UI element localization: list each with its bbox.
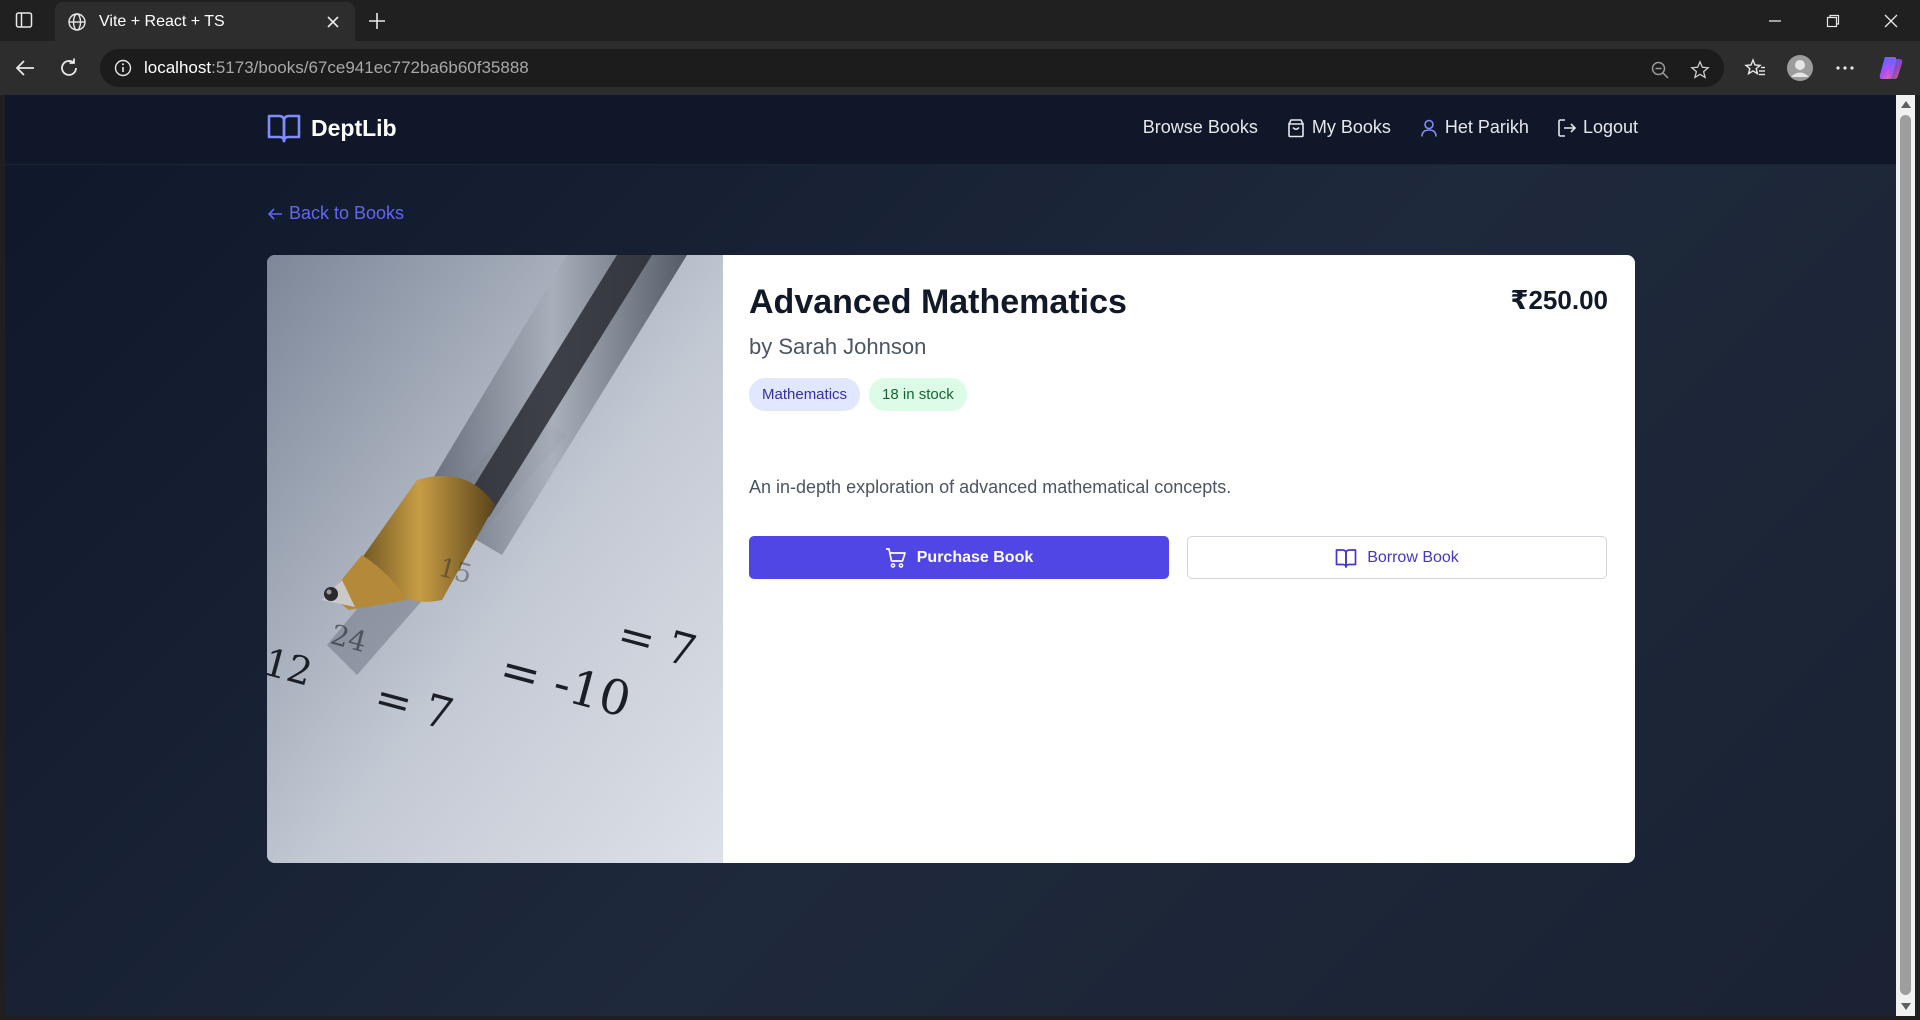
back-to-books-link[interactable]: Back to Books xyxy=(267,203,404,224)
category-badge: Mathematics xyxy=(749,378,861,411)
window-close-icon[interactable] xyxy=(1868,8,1914,34)
open-book-icon xyxy=(267,112,301,144)
stock-badge: 18 in stock xyxy=(869,378,967,411)
favorites-icon[interactable] xyxy=(1740,53,1770,83)
borrow-book-label: Borrow Book xyxy=(1367,548,1459,566)
back-to-books-label: Back to Books xyxy=(289,203,405,223)
globe-icon xyxy=(67,12,87,32)
browser-tab-bar: Vite + React + TS xyxy=(0,0,1920,41)
browser-toolbar: localhost:5173/books/67ce941ec772ba6b60f… xyxy=(0,41,1920,95)
url-path: :5173/books/67ce941ec772ba6b60f35888 xyxy=(211,58,529,77)
user-icon xyxy=(1419,118,1439,138)
app-header: DeptLib Browse Books My Books Het Parikh xyxy=(5,95,1896,165)
book-badges: Mathematics 18 in stock xyxy=(749,378,1609,411)
copilot-icon[interactable] xyxy=(1876,53,1906,83)
shopping-bag-icon xyxy=(1286,118,1306,138)
arrow-left-icon xyxy=(267,206,283,222)
url-host: localhost xyxy=(144,58,212,77)
back-arrow-icon[interactable] xyxy=(10,53,40,83)
zoom-out-icon[interactable] xyxy=(1650,60,1670,80)
shopping-cart-icon xyxy=(885,547,907,569)
tab-title: Vite + React + TS xyxy=(99,12,225,30)
address-bar[interactable]: localhost:5173/books/67ce941ec772ba6b60f… xyxy=(100,49,1724,87)
book-description: An in-depth exploration of advanced math… xyxy=(749,477,1232,497)
close-icon[interactable] xyxy=(323,12,343,32)
page-viewport: DeptLib Browse Books My Books Het Parikh xyxy=(5,95,1896,1016)
scrollbar-thumb[interactable] xyxy=(1900,115,1911,995)
book-author: by Sarah Johnson xyxy=(749,334,927,359)
book-price: ₹250.00 xyxy=(1510,285,1608,315)
nav-user-name: Het Parikh xyxy=(1444,117,1529,137)
scroll-up-arrow-icon[interactable] xyxy=(1901,101,1911,108)
brand[interactable]: DeptLib xyxy=(267,112,397,144)
nav-my-books-label: My Books xyxy=(1311,117,1391,137)
book-detail-card: = 7 = -10 = 7 12 24 15 Advanced Mathemat… xyxy=(267,255,1635,863)
site-info-icon[interactable] xyxy=(114,59,132,77)
nav-my-books[interactable]: My Books xyxy=(1286,117,1391,138)
purchase-book-button[interactable]: Purchase Book xyxy=(749,536,1169,579)
scroll-down-arrow-icon[interactable] xyxy=(1901,1003,1911,1010)
borrow-book-button[interactable]: Borrow Book xyxy=(1187,536,1607,579)
main-nav: Browse Books My Books Het Parikh Logout xyxy=(1115,117,1638,138)
nav-logout[interactable]: Logout xyxy=(1557,117,1638,138)
brand-name: DeptLib xyxy=(311,114,397,141)
profile-avatar-icon[interactable] xyxy=(1785,53,1815,83)
book-title: Advanced Mathematics xyxy=(749,283,1127,321)
purchase-book-label: Purchase Book xyxy=(916,548,1034,566)
reload-icon[interactable] xyxy=(54,53,84,83)
book-actions: Purchase Book Borrow Book xyxy=(749,536,1609,579)
page-scrollbar[interactable] xyxy=(1896,95,1915,1016)
nav-user-profile[interactable]: Het Parikh xyxy=(1419,117,1529,138)
favorite-star-icon[interactable] xyxy=(1690,60,1710,80)
new-tab-button[interactable] xyxy=(364,8,390,34)
nav-browse-books[interactable]: Browse Books xyxy=(1143,117,1258,138)
nav-logout-label: Logout xyxy=(1582,117,1638,137)
logout-icon xyxy=(1557,118,1577,138)
book-open-icon xyxy=(1335,547,1357,569)
nav-browse-books-label: Browse Books xyxy=(1142,117,1258,137)
tab-actions-icon[interactable] xyxy=(12,9,36,31)
browser-tab-active[interactable]: Vite + React + TS xyxy=(55,2,355,41)
restore-icon[interactable] xyxy=(1810,8,1856,34)
more-options-icon[interactable] xyxy=(1830,53,1860,83)
book-cover-image: = 7 = -10 = 7 12 24 15 xyxy=(267,255,723,863)
book-details: Advanced Mathematics ₹250.00 by Sarah Jo… xyxy=(723,255,1635,863)
minimize-icon[interactable] xyxy=(1752,8,1798,34)
